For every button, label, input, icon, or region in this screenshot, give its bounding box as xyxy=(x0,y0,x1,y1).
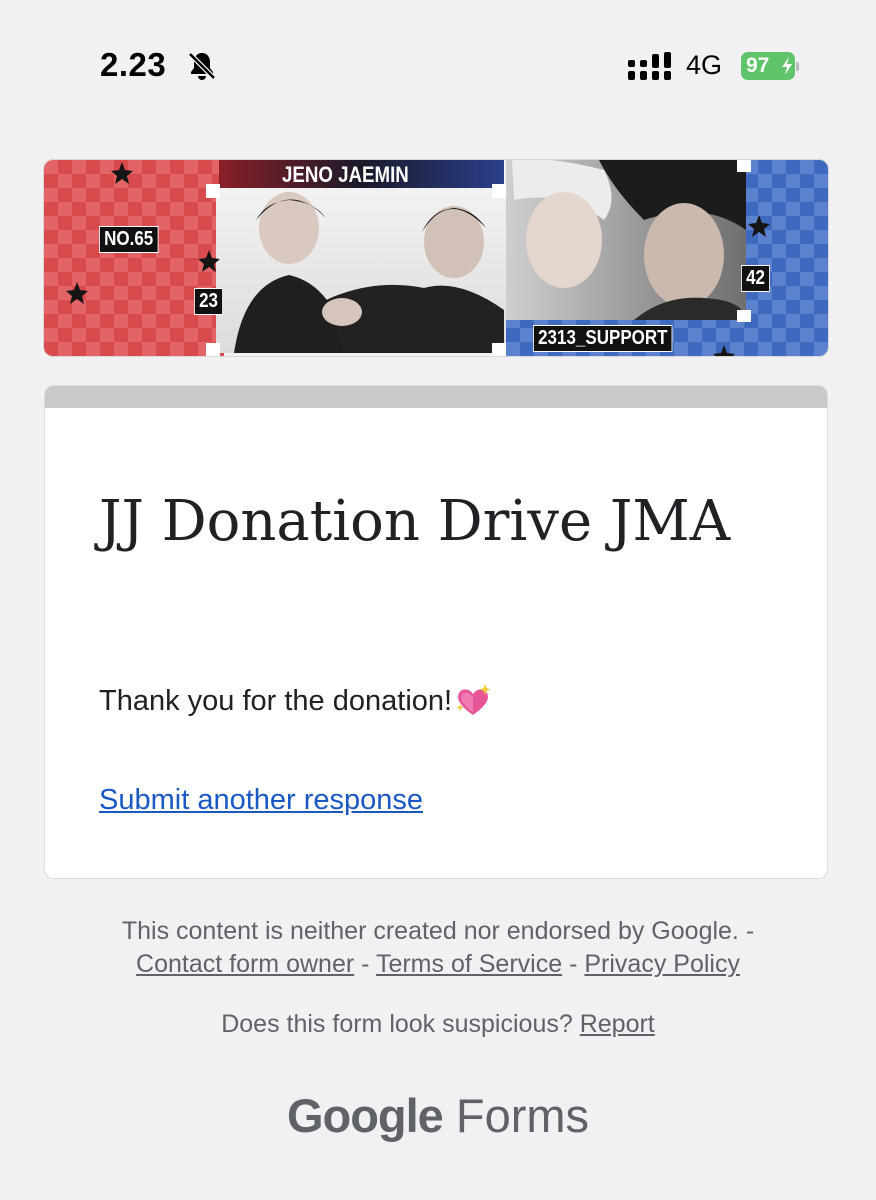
sparkling-heart-icon xyxy=(456,684,491,715)
footer-disclaimer: This content is neither created nor endo… xyxy=(0,915,876,981)
suspicious-text: Does this form look suspicious? xyxy=(221,1010,573,1038)
link-separator: - xyxy=(569,950,578,978)
battery-level: 97 xyxy=(746,54,770,77)
form-header-banner: JENO JAEMIN NO.65 23 42 2313_SUPPORT xyxy=(43,159,829,357)
status-time: 2.23 xyxy=(100,46,167,83)
charging-bolt-icon xyxy=(782,57,792,75)
footer-links: Contact form owner - Terms of Service - … xyxy=(0,948,876,981)
form-title: JJ Donation Drive JMA xyxy=(99,489,731,554)
terms-of-service-link[interactable]: Terms of Service xyxy=(376,950,562,978)
confirmation-text: Thank you for the donation! xyxy=(99,684,453,717)
status-bar: 2.23 4G 97 xyxy=(0,0,876,130)
card-accent-bar xyxy=(45,386,827,408)
battery-indicator: 97 xyxy=(741,52,799,80)
link-separator: - xyxy=(361,950,370,978)
silent-bell-icon xyxy=(188,52,216,80)
google-forms-logo[interactable]: Google Forms xyxy=(0,1088,876,1143)
google-wordmark: Google xyxy=(286,1089,444,1142)
disclaimer-text: This content is neither created nor endo… xyxy=(121,917,755,945)
forms-wordmark: Forms xyxy=(455,1089,590,1142)
privacy-policy-link[interactable]: Privacy Policy xyxy=(584,950,740,978)
banner-title: JENO JAEMIN xyxy=(282,162,409,187)
banner-image xyxy=(44,160,828,356)
banner-handle-tag: 2313_SUPPORT xyxy=(533,325,673,352)
signal-icon xyxy=(628,52,671,80)
confirmation-message: Thank you for the donation! xyxy=(99,682,492,720)
submit-another-response-link[interactable]: Submit another response xyxy=(99,784,423,817)
report-row: Does this form look suspicious? Report xyxy=(0,1010,876,1039)
banner-left-tag: 23 xyxy=(194,288,224,315)
banner-right-tag: 42 xyxy=(741,265,771,292)
confirmation-card: JJ Donation Drive JMA Thank you for the … xyxy=(44,385,828,879)
report-link[interactable]: Report xyxy=(580,1010,655,1038)
network-type: 4G xyxy=(686,50,723,80)
banner-number-tag: NO.65 xyxy=(99,226,159,253)
contact-form-owner-link[interactable]: Contact form owner xyxy=(136,950,354,978)
